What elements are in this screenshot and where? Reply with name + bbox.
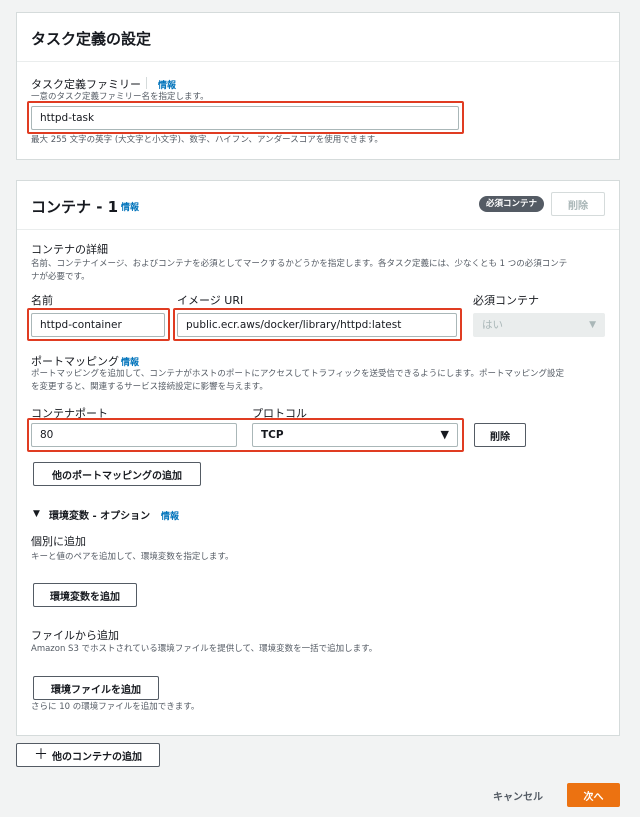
essential-label: 必須コンテナ [473,294,539,307]
individual-add-desc: キーと値のペアを追加して、環境変数を指定します。 [31,552,234,562]
name-label: 名前 [31,294,53,307]
add-port-mapping-button[interactable]: 他のポートマッピングの追加 [33,462,201,486]
port-mapping-desc-2: を変更すると、関連するサービス接続設定に影響を与えます。 [31,382,268,392]
highlight-name [27,308,170,341]
plus-icon: ＋ [34,747,48,763]
add-env-file-button[interactable]: 環境ファイルを追加 [33,676,159,700]
label-separator [146,77,147,89]
add-container-label: 他のコンテナの追加 [52,751,142,763]
env-vars-info-link[interactable]: 情報 [161,509,179,522]
highlight-image-uri [173,308,462,341]
task-definition-title: タスク定義の設定 [31,30,152,48]
delete-port-mapping-button[interactable]: 削除 [474,423,526,447]
required-container-badge: 必須コンテナ [479,196,545,212]
highlight-port-mapping [27,418,464,452]
task-definition-header: タスク定義の設定 [17,13,619,62]
port-mapping-desc-1: ポートマッピングを追加して、コンテナがホストのポートにアクセスしてトラフィックを… [31,369,564,379]
cancel-button[interactable]: キャンセル [484,783,552,807]
container-details-title: コンテナの詳細 [31,243,108,256]
essential-select: はい ▼ [473,313,605,337]
caret-down-icon: ▼ [589,320,596,330]
delete-container-button[interactable]: 削除 [551,192,605,216]
highlight-family [27,101,464,134]
container-title: コンテナ - 1 [31,198,119,216]
family-info-link[interactable]: 情報 [158,78,176,91]
task-definition-panel: タスク定義の設定 タスク定義ファミリー 情報 一意のタスク定義ファミリー名を指定… [16,12,620,160]
add-container-button[interactable]: ＋ 他のコンテナの追加 [16,743,160,767]
env-vars-title[interactable]: 環境変数 - オプション [49,507,150,522]
expand-triangle-icon[interactable]: ▼ [33,509,40,519]
file-add-desc: Amazon S3 でホストされている環境ファイルを提供して、環境変数を一括で追… [31,644,378,654]
env-file-hint: さらに 10 の環境ファイルを追加できます。 [31,702,200,712]
family-label: タスク定義ファミリー [31,78,141,91]
port-mapping-title: ポートマッピング [31,355,119,368]
container-info-link[interactable]: 情報 [121,200,139,213]
container-details-desc-1: 名前、コンテナイメージ、およびコンテナを必須としてマークするかどうかを指定します… [31,259,568,269]
family-hint: 最大 255 文字の英字 (大文字と小文字)、数字、ハイフン、アンダースコアを使… [31,135,383,145]
essential-value: はい [482,319,503,331]
file-add-title: ファイルから追加 [31,629,119,642]
container-header: コンテナ - 1 情報 必須コンテナ 削除 [17,181,619,230]
image-uri-label: イメージ URI [177,294,244,307]
container-details-desc-2: ナが必要です。 [31,272,90,282]
next-button[interactable]: 次へ [567,783,620,807]
port-mapping-info-link[interactable]: 情報 [121,355,139,368]
container-panel: コンテナ - 1 情報 必須コンテナ 削除 コンテナの詳細 名前、コンテナイメー… [16,180,620,736]
add-env-var-button[interactable]: 環境変数を追加 [33,583,137,607]
individual-add-title: 個別に追加 [31,535,86,548]
